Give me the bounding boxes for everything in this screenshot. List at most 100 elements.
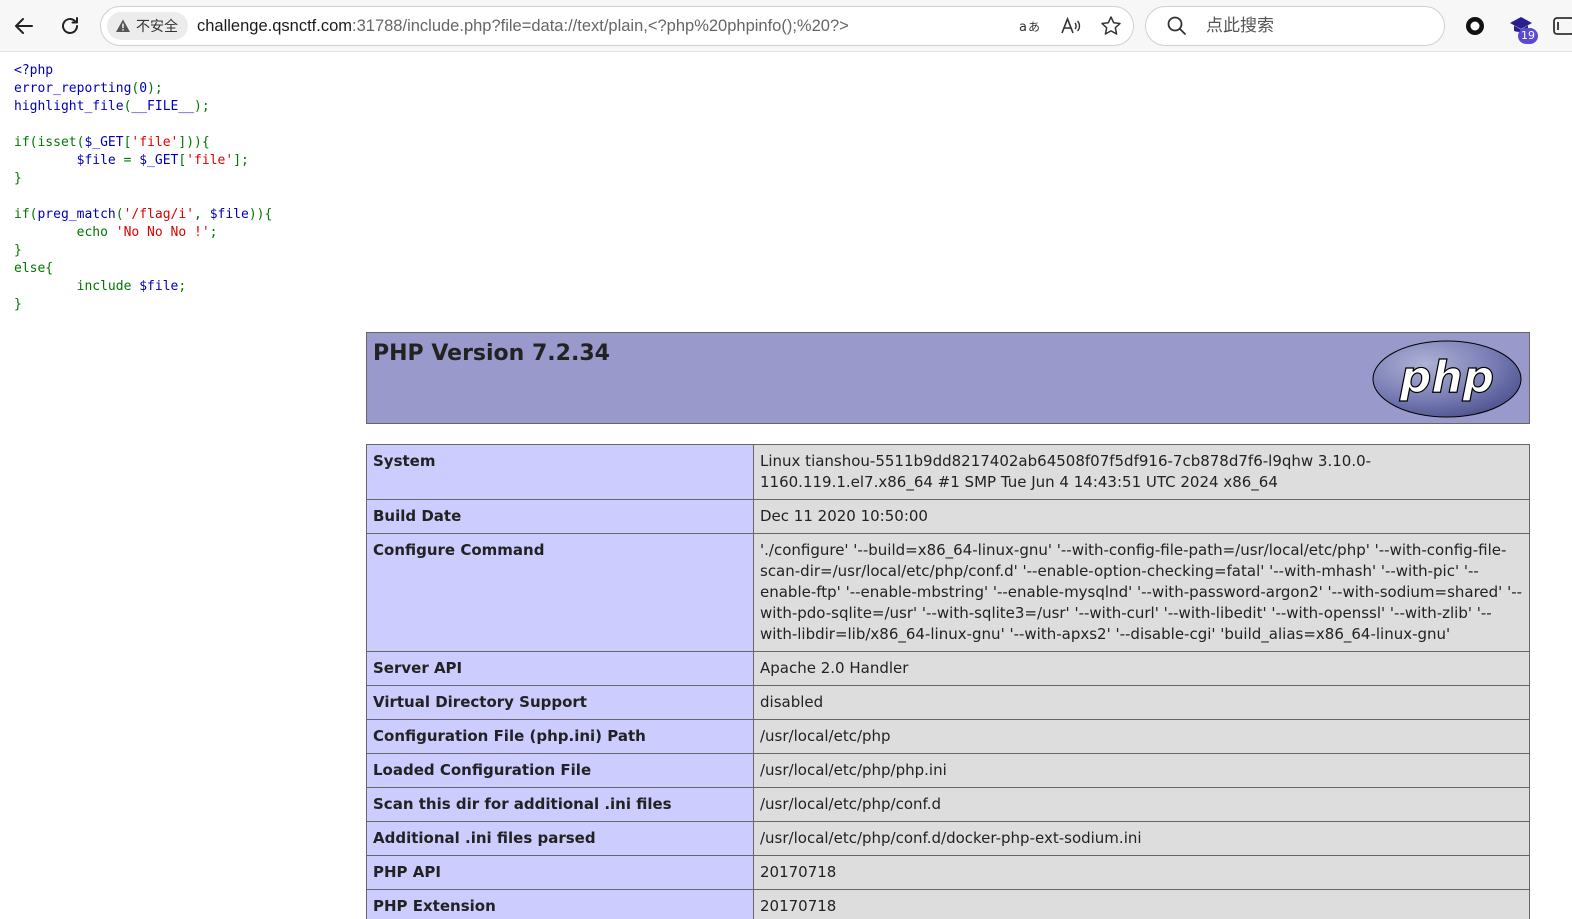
url-path: :31788/include.php?file=data://text/plai… <box>352 17 849 35</box>
php-version-title: PHP Version 7.2.34 <box>373 341 610 366</box>
code-token: if( <box>14 207 38 222</box>
code-token: ])){ <box>178 135 210 150</box>
search-icon <box>1167 16 1186 35</box>
back-arrow-icon <box>15 18 33 34</box>
code-token: echo <box>14 225 116 240</box>
code-token: ]; <box>233 153 249 168</box>
extension-badge: 19 <box>1518 28 1538 44</box>
info-value: './configure' '--build=x86_64-linux-gnu'… <box>753 533 1530 652</box>
info-row: Configuration File (php.ini) Path/usr/lo… <box>366 719 1530 754</box>
code-token: } <box>14 243 22 258</box>
url-text[interactable]: challenge.qsnctf.com:31788/include.php?f… <box>197 7 849 45</box>
read-aloud-button[interactable] <box>1059 14 1083 38</box>
code-token: ); <box>147 81 163 96</box>
search-placeholder: 点此搜索 <box>1206 16 1274 36</box>
info-row: Virtual Directory Support disabled <box>366 685 1530 720</box>
info-value: /usr/local/etc/php/conf.d/docker-php-ext… <box>753 821 1530 856</box>
code-token: ; <box>178 279 187 294</box>
translate-button[interactable]: aあ <box>1018 14 1042 38</box>
code-token: __FILE__ <box>131 99 195 114</box>
info-row: Scan this dir for additional .ini files /… <box>366 787 1530 822</box>
info-row: Loaded Configuration File/usr/local/etc/… <box>366 753 1530 788</box>
php-logo-text: php <box>1399 352 1494 403</box>
info-row: Additional .ini files parsed/usr/local/e… <box>366 821 1530 856</box>
page-content: <?php error_reporting (0); highlight_file… <box>6 52 1572 919</box>
extension-button-1[interactable] <box>1459 10 1491 42</box>
info-value: Apache 2.0 Handler <box>753 651 1530 686</box>
code-token: preg_match <box>37 207 116 222</box>
info-key: Scan this dir for additional .ini files <box>366 787 754 822</box>
code-token: $file <box>209 207 249 222</box>
code-token: 0 <box>139 81 148 96</box>
info-row: PHP API 20170718 <box>366 855 1530 890</box>
code-token: ( <box>115 207 124 222</box>
browser-toolbar: 不安全 challenge.qsnctf.com:31788/include.p… <box>0 0 1572 52</box>
code-token: } <box>14 297 22 312</box>
info-value: /usr/local/etc/php/conf.d <box>753 787 1530 822</box>
extension-circle-icon <box>1466 17 1484 35</box>
code-token: highlight_file <box>14 99 124 114</box>
code-token: ); <box>194 99 210 114</box>
info-key: Virtual Directory Support <box>366 685 754 720</box>
info-key: Configuration File (php.ini) Path <box>366 719 754 754</box>
back-button[interactable] <box>8 10 40 42</box>
code-token: 'file' <box>131 135 179 150</box>
info-key: PHP Extension <box>366 889 754 919</box>
info-key: Additional .ini files parsed <box>366 821 754 856</box>
address-bar[interactable]: 不安全 challenge.qsnctf.com:31788/include.p… <box>100 6 1134 46</box>
code-token: ; <box>209 225 218 240</box>
info-value: disabled <box>753 685 1530 720</box>
reload-icon <box>62 17 78 34</box>
security-label: 不安全 <box>136 19 178 35</box>
info-value: Dec 11 2020 10:50:00 <box>753 499 1530 534</box>
code-token: <?php <box>14 63 54 78</box>
sidebar-icon <box>1553 17 1572 35</box>
info-row: PHP Extension 20170718 <box>366 889 1530 919</box>
svg-text:あ: あ <box>1028 20 1040 34</box>
code-token: $file <box>76 153 124 168</box>
code-token: $_GET <box>139 153 179 168</box>
favorite-button[interactable] <box>1099 14 1123 38</box>
phpinfo: PHP Version 7.2.34 php System Linux tians… <box>366 332 1530 919</box>
code-token: '/flag/i' <box>123 207 195 222</box>
info-value: 20170718 <box>753 889 1530 919</box>
code-token: } <box>14 171 22 186</box>
info-key: Configure Command <box>366 533 754 652</box>
info-value: /usr/local/etc/php/php.ini <box>753 753 1530 788</box>
info-key: PHP API <box>366 855 754 890</box>
reload-button[interactable] <box>54 10 86 42</box>
code-token: = <box>123 153 140 168</box>
phpinfo-table: System Linux tianshou-5511b9dd8217402ab64… <box>366 444 1530 919</box>
read-aloud-icon <box>1061 16 1081 34</box>
code-token: if(isset( <box>14 135 85 150</box>
info-key: Loaded Configuration File <box>366 753 754 788</box>
info-value: Linux tianshou-5511b9dd8217402ab64508f07… <box>753 444 1530 500</box>
info-row: Server API Apache 2.0 Handler <box>366 651 1530 686</box>
info-key: Build Date <box>366 499 754 534</box>
code-token: error_reporting <box>14 81 132 96</box>
url-host: challenge.qsnctf.com <box>197 17 353 35</box>
code-token: 'No No No !' <box>115 225 210 240</box>
highlighted-source-code: <?php error_reporting (0); highlight_file… <box>14 62 272 314</box>
search-box[interactable]: 点此搜索 <box>1145 6 1445 46</box>
info-value: /usr/local/etc/php <box>753 719 1530 754</box>
code-token: else{ <box>14 261 54 276</box>
info-row: System Linux tianshou-5511b9dd8217402ab64… <box>366 444 1530 500</box>
info-row: Configure Command './configure' '--build=… <box>366 533 1530 652</box>
code-token: 'file' <box>186 153 234 168</box>
code-token: $_GET <box>84 135 124 150</box>
security-indicator[interactable]: 不安全 <box>107 12 188 40</box>
phpinfo-header: PHP Version 7.2.34 php <box>366 332 1530 424</box>
favorite-star-icon <box>1101 16 1121 35</box>
svg-text:a: a <box>1019 20 1027 35</box>
php-logo-icon: php <box>1372 340 1522 418</box>
code-token: include <box>14 279 140 294</box>
translate-icon: aあ <box>1019 20 1040 35</box>
code-token: $file <box>139 279 179 294</box>
sidebar-button[interactable] <box>1550 10 1572 42</box>
info-value: 20170718 <box>753 855 1530 890</box>
code-token: , <box>194 207 210 222</box>
info-row: Build Date Dec 11 2020 10:50:00 <box>366 499 1530 534</box>
warning-icon <box>116 19 130 32</box>
